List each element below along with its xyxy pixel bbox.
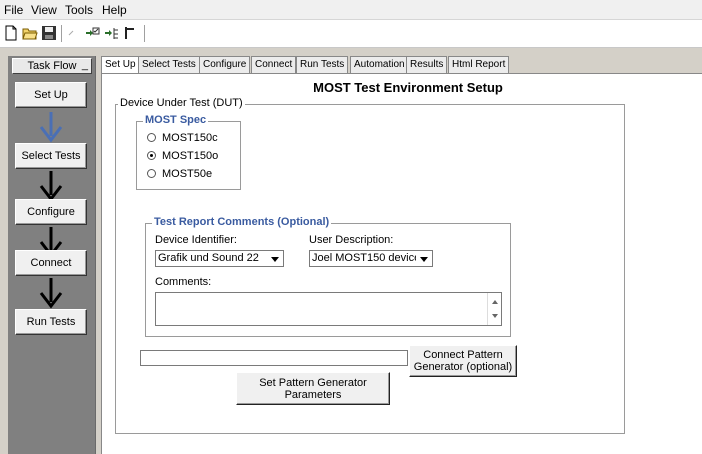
step-list-icon[interactable]: [104, 25, 120, 41]
scroll-down-icon[interactable]: [492, 314, 498, 318]
task-flow-title: Task Flow _: [12, 58, 92, 74]
task-step-connect[interactable]: Connect: [15, 250, 87, 276]
user-description-label: User Description:: [309, 234, 394, 246]
tab-run-tests[interactable]: Run Tests: [296, 56, 349, 74]
most-spec-label: MOST Spec: [143, 114, 209, 126]
tab-automation[interactable]: Automation: [350, 56, 409, 74]
chevron-down-icon[interactable]: [416, 252, 431, 265]
tab-select-tests[interactable]: Select Tests: [138, 56, 200, 74]
menu-view[interactable]: View: [31, 3, 57, 17]
menu-bar: File View Tools Help: [0, 0, 702, 20]
task-step-set-up[interactable]: Set Up: [15, 82, 87, 108]
device-identifier-label: Device Identifier:: [155, 234, 237, 246]
device-identifier-value: Grafik und Sound 22: [158, 252, 259, 264]
stop-icon[interactable]: [123, 25, 139, 41]
radio-indicator: [147, 169, 156, 178]
new-document-icon[interactable]: [3, 25, 19, 41]
set-pattern-generator-parameters-button[interactable]: Set Pattern Generator Parameters: [236, 372, 390, 405]
chevron-down-icon[interactable]: [267, 252, 282, 265]
user-description-value: Joel MOST150 device: [312, 252, 421, 264]
radio-indicator-selected: [147, 151, 156, 160]
tab-html-report[interactable]: Html Report: [448, 56, 510, 74]
open-folder-icon[interactable]: [22, 25, 38, 41]
minimize-button[interactable]: _: [82, 60, 88, 71]
tab-configure[interactable]: Configure: [199, 56, 251, 74]
save-icon[interactable]: [41, 25, 57, 41]
pattern-generator-status-field[interactable]: [140, 350, 408, 366]
task-step-configure[interactable]: Configure: [15, 199, 87, 225]
connect-pattern-generator-button[interactable]: Connect Pattern Generator (optional): [409, 345, 517, 377]
flow-arrow-icon: [39, 278, 63, 309]
flow-arrow-icon: [39, 112, 63, 143]
user-description-select[interactable]: Joel MOST150 device: [309, 250, 433, 267]
dut-group-label: Device Under Test (DUT): [118, 97, 245, 109]
step-pattern-icon[interactable]: [84, 25, 100, 41]
page-title: MOST Test Environment Setup: [313, 80, 503, 95]
comments-scrollbar[interactable]: [487, 293, 501, 325]
tab-connect[interactable]: Connect: [251, 56, 297, 74]
radio-most150o[interactable]: MOST150o: [147, 150, 218, 164]
comments-label: Comments:: [155, 276, 212, 288]
undo-icon[interactable]: [66, 25, 82, 41]
toolbar: [0, 20, 702, 48]
scroll-up-icon[interactable]: [492, 300, 498, 304]
toolbar-separator: [144, 25, 145, 42]
task-step-run-tests[interactable]: Run Tests: [15, 309, 87, 335]
device-identifier-select[interactable]: Grafik und Sound 22: [155, 250, 284, 267]
dut-group: Device Under Test (DUT) MOST Spec MOST15…: [115, 97, 625, 434]
task-step-select-tests[interactable]: Select Tests: [15, 143, 87, 169]
test-report-comments-label: Test Report Comments (Optional): [152, 216, 332, 228]
comments-textarea[interactable]: [155, 292, 502, 326]
setup-panel: MOST Test Environment Setup Device Under…: [101, 73, 702, 454]
menu-file[interactable]: File: [4, 3, 23, 17]
menu-help[interactable]: Help: [102, 3, 127, 17]
tab-results[interactable]: Results: [406, 56, 448, 74]
task-flow-panel: Task Flow _ Set Up Select Tests Configur…: [8, 56, 96, 454]
menu-tools[interactable]: Tools: [65, 3, 93, 17]
radio-most50e[interactable]: MOST50e: [147, 168, 212, 182]
most-spec-group: MOST Spec MOST150c MOST150o MOST50e: [136, 114, 241, 190]
radio-most150c[interactable]: MOST150c: [147, 132, 218, 146]
radio-indicator: [147, 133, 156, 142]
test-report-comments-group: Test Report Comments (Optional) Device I…: [145, 216, 511, 337]
toolbar-separator: [61, 25, 62, 42]
